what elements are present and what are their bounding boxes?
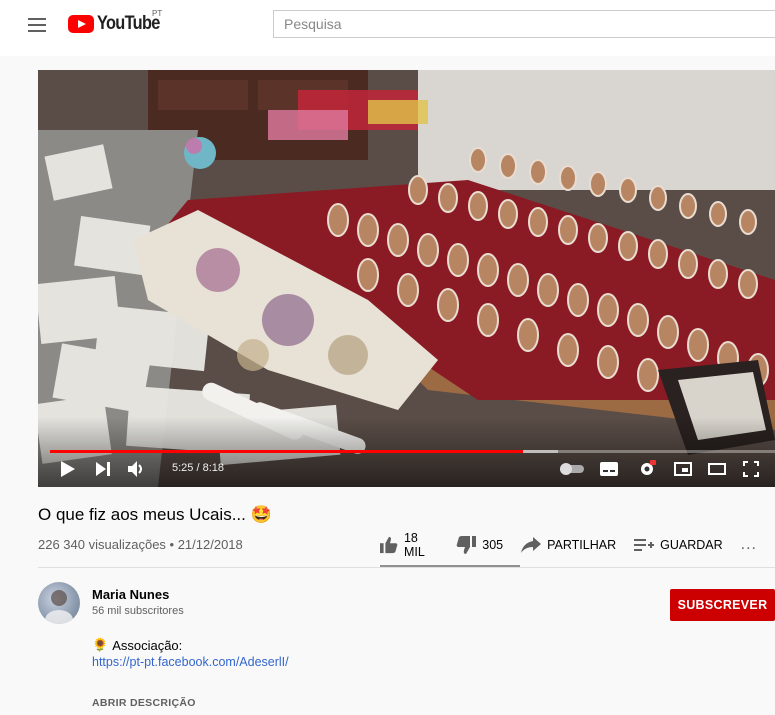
video-player[interactable]: 5:25 / 8:18 xyxy=(38,70,775,487)
divider xyxy=(38,567,775,568)
autoplay-toggle[interactable] xyxy=(560,458,586,480)
fullscreen-icon xyxy=(743,461,759,477)
share-icon xyxy=(521,537,542,553)
next-icon xyxy=(96,462,110,476)
title-emoji: 🤩 xyxy=(250,505,272,524)
thumbs-up-icon xyxy=(380,536,398,554)
hamburger-menu-icon[interactable] xyxy=(28,18,46,32)
settings-button[interactable] xyxy=(636,458,658,480)
progress-bar[interactable] xyxy=(50,450,775,453)
show-more-button[interactable]: ABRIR DESCRIÇÃO xyxy=(92,697,196,709)
volume-icon xyxy=(128,461,142,477)
dislike-button[interactable]: 305 xyxy=(456,536,503,554)
view-count-date: 226 340 visualizações • 21/12/2018 xyxy=(38,537,243,552)
like-count: 18 MIL xyxy=(403,531,425,559)
description-link[interactable]: https://pt-pt.facebook.com/AdeserlI/ xyxy=(92,655,289,669)
video-actions: 18 MIL 305 PARTILHAR GUARDAR ... xyxy=(380,531,775,559)
save-label: GUARDAR xyxy=(660,538,723,552)
masthead: YouTube PT xyxy=(0,0,775,56)
subscribe-button[interactable]: SUBSCREVER xyxy=(670,589,775,621)
video-title-text: O que fiz aos meus Ucais... xyxy=(38,505,246,524)
save-button[interactable]: GUARDAR xyxy=(634,537,723,553)
share-label: PARTILHAR xyxy=(547,538,617,552)
gear-icon xyxy=(641,460,656,475)
more-icon: ... xyxy=(740,536,757,553)
subscriber-count: 56 mil subscritores xyxy=(92,605,184,617)
miniplayer-icon xyxy=(674,462,692,476)
theater-mode-button[interactable] xyxy=(706,458,728,480)
fullscreen-button[interactable] xyxy=(740,458,762,480)
play-icon xyxy=(61,461,75,477)
volume-button[interactable] xyxy=(126,458,148,480)
logo-text: YouTube xyxy=(97,13,160,34)
description-line: 🌻 Associação: xyxy=(92,637,182,653)
like-button[interactable]: 18 MIL xyxy=(380,531,438,559)
next-button[interactable] xyxy=(93,458,113,480)
description-text: Associação: xyxy=(112,637,183,653)
subtitles-button[interactable] xyxy=(598,458,620,480)
playlist-add-icon xyxy=(634,539,655,551)
autoplay-toggle-icon xyxy=(560,463,584,475)
sunflower-emoji: 🌻 xyxy=(92,637,109,652)
theater-mode-icon xyxy=(708,463,726,475)
subtitles-icon xyxy=(600,462,618,476)
played-bar xyxy=(50,450,524,453)
dislike-count: 305 xyxy=(482,538,504,552)
more-actions-button[interactable]: ... xyxy=(741,536,757,554)
channel-name[interactable]: Maria Nunes xyxy=(92,587,169,602)
avatar[interactable] xyxy=(38,582,80,624)
miniplayer-button[interactable] xyxy=(672,458,694,480)
share-button[interactable]: PARTILHAR xyxy=(521,537,616,553)
youtube-play-icon xyxy=(68,15,94,33)
avatar-image xyxy=(45,590,73,624)
play-button[interactable] xyxy=(58,458,78,480)
thumbs-down-icon xyxy=(456,536,477,554)
search-input[interactable] xyxy=(273,10,775,38)
time-display: 5:25 / 8:18 xyxy=(172,462,224,474)
video-title: O que fiz aos meus Ucais... 🤩 xyxy=(38,505,272,525)
country-code: PT xyxy=(152,9,163,18)
